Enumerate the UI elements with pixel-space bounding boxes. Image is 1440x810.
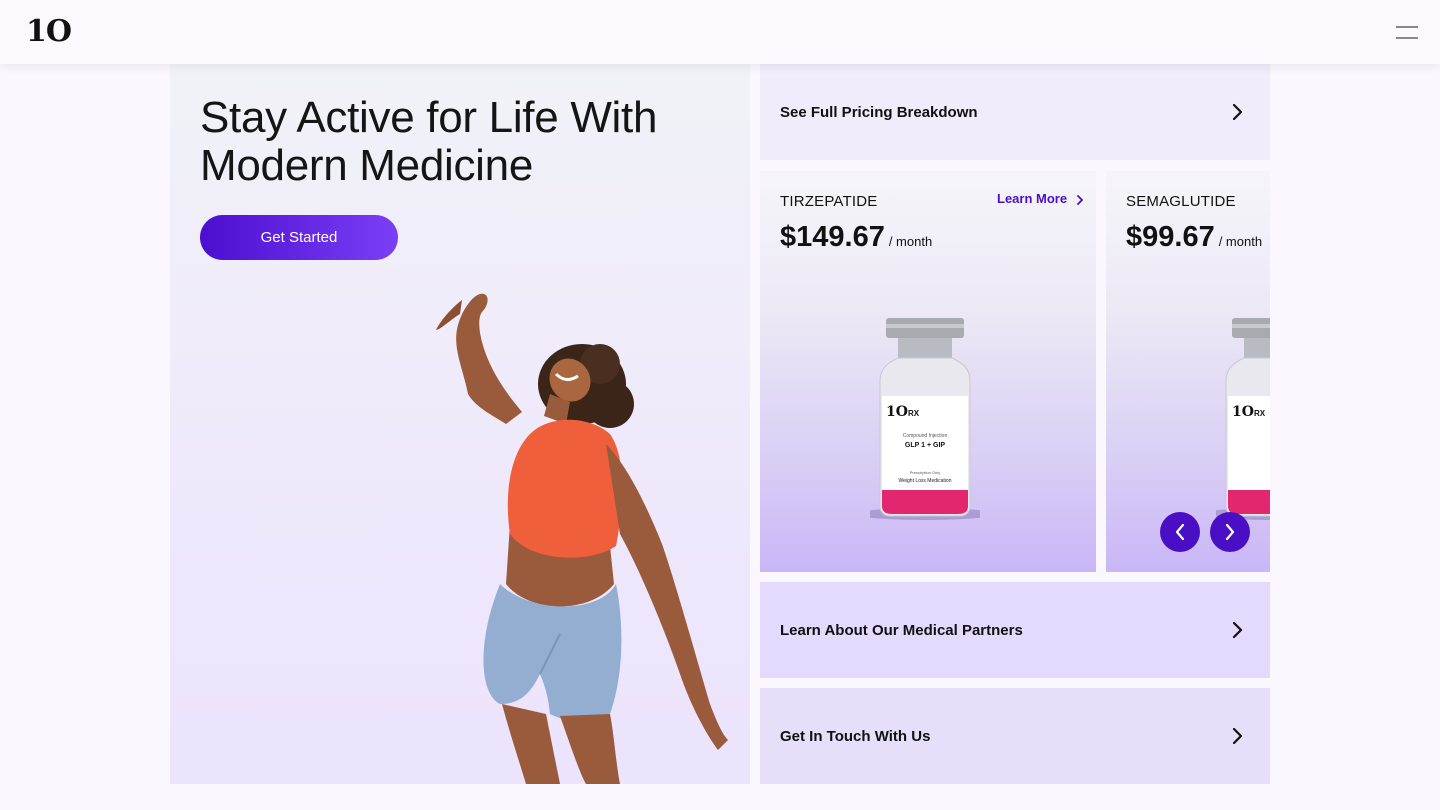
product-name: TIRZEPATIDE — [780, 193, 878, 210]
product-price: $149.67/ month — [780, 221, 932, 254]
vial-line2: GLP 1 + GIP — [905, 442, 945, 449]
pricing-breakdown-label: See Full Pricing Breakdown — [780, 103, 978, 121]
price-period: / month — [1218, 234, 1263, 249]
contact-us-link[interactable]: Get In Touch With Us — [760, 688, 1270, 784]
contact-us-label: Get In Touch With Us — [780, 727, 931, 745]
price-amount: $99.67 — [1126, 221, 1215, 253]
vial-rx: RX — [1254, 409, 1266, 418]
arrow-right-icon — [1225, 523, 1235, 541]
learn-more-label: Learn More — [997, 191, 1068, 206]
carousel-next-button[interactable] — [1210, 512, 1250, 552]
site-header: 1O — [0, 0, 1440, 64]
product-price: $99.67/ month — [1126, 221, 1262, 254]
vial-brand: 1O — [886, 404, 908, 420]
medication-vial-image: 1O RX — [1216, 318, 1270, 520]
menu-line — [1396, 37, 1418, 39]
chevron-right-icon — [1076, 194, 1083, 205]
menu-line — [1396, 26, 1418, 28]
vial-line4: Weight Loss Medication — [899, 478, 952, 484]
vial-line3: Prescription Only — [910, 470, 940, 475]
medical-partners-label: Learn About Our Medical Partners — [780, 621, 1023, 639]
medication-vial-image: 1O RX Compound Injection GLP 1 + GIP Pre… — [870, 318, 980, 520]
chevron-right-icon — [1232, 727, 1243, 745]
vial-line1: Compound Injection — [903, 433, 948, 439]
product-card-tirzepatide[interactable]: TIRZEPATIDE $149.67/ month Learn More 1O… — [760, 171, 1096, 572]
product-carousel: TIRZEPATIDE $149.67/ month Learn More 1O… — [760, 171, 1270, 572]
brand-logo[interactable]: 1O — [26, 17, 72, 47]
pricing-breakdown-link[interactable]: See Full Pricing Breakdown — [760, 64, 1270, 160]
chevron-right-icon — [1232, 621, 1243, 639]
get-started-button[interactable]: Get Started — [200, 215, 398, 260]
product-card-semaglutide[interactable]: SEMAGLUTIDE $99.67/ month 1O RX — [1106, 171, 1270, 572]
woman-dancing-photo — [436, 293, 728, 784]
arrow-left-icon — [1175, 523, 1185, 541]
hero-title: Stay Active for Life With Modern Medicin… — [200, 93, 658, 190]
hero-panel: Stay Active for Life With Modern Medicin… — [170, 64, 750, 784]
carousel-prev-button[interactable] — [1160, 512, 1200, 552]
medical-partners-link[interactable]: Learn About Our Medical Partners — [760, 582, 1270, 678]
learn-more-link[interactable]: Learn More — [997, 191, 1083, 206]
vial-brand: 1O — [1232, 404, 1254, 420]
vial-rx: RX — [908, 409, 920, 418]
price-period: / month — [888, 234, 933, 249]
chevron-right-icon — [1232, 103, 1243, 121]
product-name: SEMAGLUTIDE — [1126, 193, 1236, 210]
price-amount: $149.67 — [780, 221, 885, 253]
hamburger-menu-icon[interactable] — [1396, 24, 1420, 40]
